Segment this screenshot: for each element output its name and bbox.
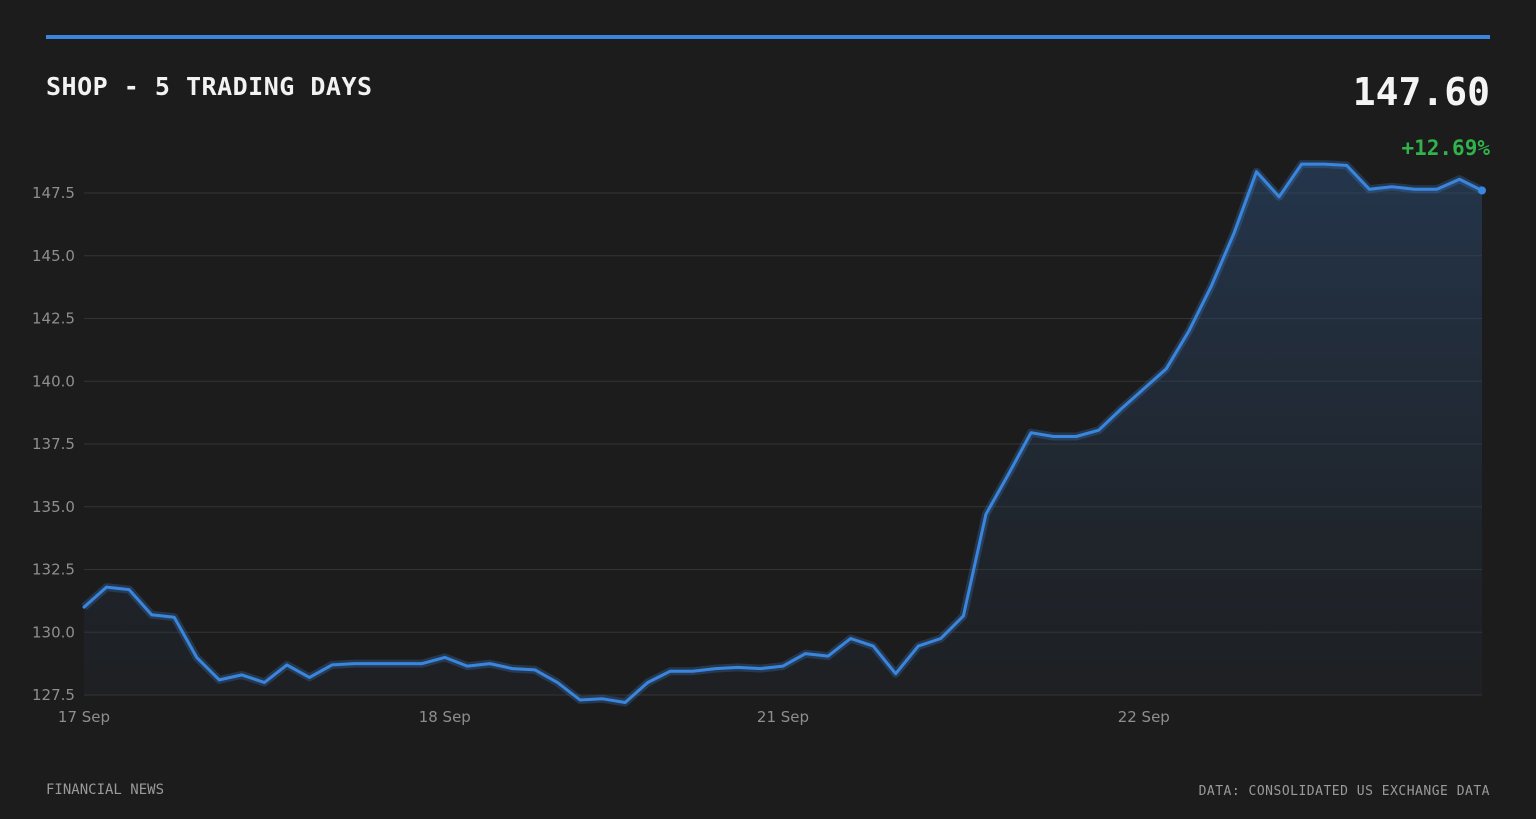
price-chart: 127.5 130.0 132.5 135.0 137.5 140.0 142.5 145.0… (32, 160, 1486, 726)
y-tick-label: 137.5 (32, 435, 75, 453)
y-tick-label: 132.5 (32, 561, 75, 579)
y-axis-ticks: 127.5 130.0 132.5 135.0 137.5 140.0 142.5 145.0… (32, 184, 75, 704)
x-tick-label: 22 Sep (1118, 708, 1170, 726)
price-area (84, 164, 1482, 703)
footer-data-credit: DATA: CONSOLIDATED US EXCHANGE DATA (1198, 784, 1490, 799)
y-tick-label: 147.5 (32, 184, 75, 202)
x-tick-label: 21 Sep (757, 708, 809, 726)
y-tick-label: 135.0 (32, 498, 75, 516)
x-axis-ticks: 17 Sep 18 Sep 21 Sep 22 Sep (58, 708, 1170, 726)
y-tick-label: 145.0 (32, 247, 75, 265)
y-tick-label: 140.0 (32, 372, 75, 390)
y-tick-label: 127.5 (32, 686, 75, 704)
x-tick-label: 18 Sep (419, 708, 471, 726)
y-tick-label: 142.5 (32, 310, 75, 328)
y-tick-label: 130.0 (32, 623, 75, 641)
footer-source-left: FINANCIAL NEWS (46, 782, 165, 798)
x-tick-label: 17 Sep (58, 708, 110, 726)
last-point-marker (1478, 186, 1486, 195)
